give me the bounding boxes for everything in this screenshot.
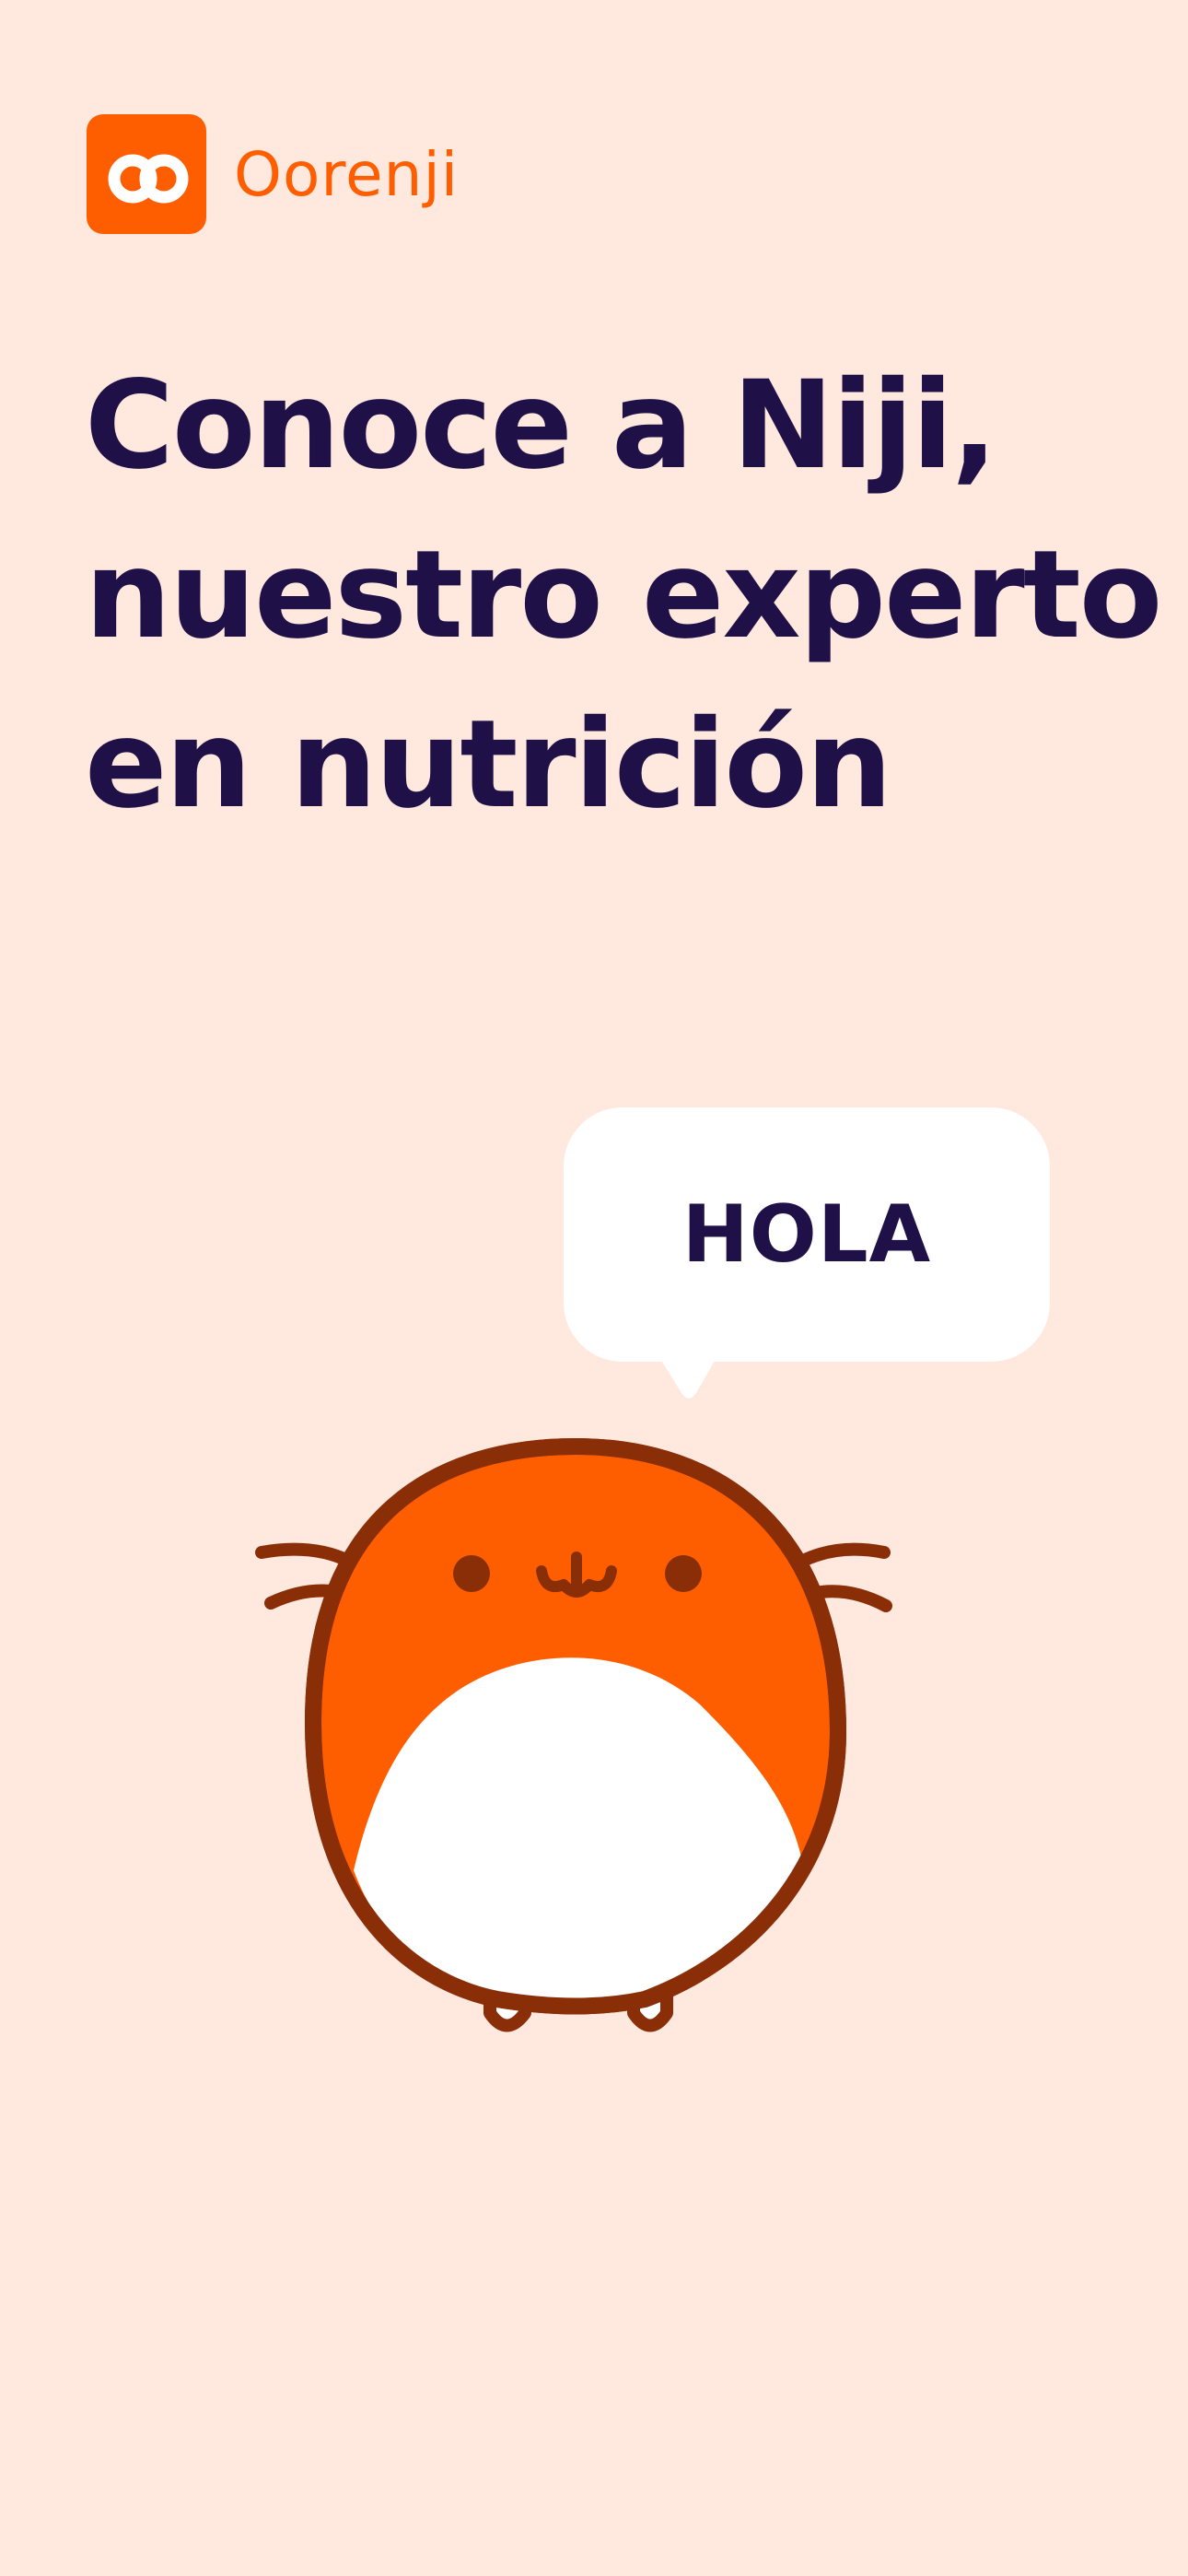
brand-name: Oorenji	[234, 138, 460, 210]
brand-header: Oorenji	[87, 114, 459, 234]
whisker-left-top	[255, 1542, 356, 1568]
speech-bubble-tail	[658, 1354, 718, 1399]
whisker-right-top	[795, 1542, 891, 1568]
speech-bubble-text: HOLA	[681, 1188, 932, 1281]
whisker-right-bottom	[815, 1585, 892, 1612]
title-line-3: en nutrición	[85, 694, 892, 836]
niji-mascot-illustration	[255, 1437, 892, 2032]
speech-bubble: HOLA	[564, 1107, 1050, 1362]
page-title: Conoce a Niji, nuestro experto en nutric…	[85, 341, 1162, 849]
eye-left	[453, 1555, 490, 1592]
eye-right	[665, 1555, 702, 1592]
title-line-1: Conoce a Niji,	[85, 355, 997, 497]
title-line-2: nuestro experto	[85, 524, 1162, 666]
oorenji-logo-icon	[87, 114, 206, 234]
